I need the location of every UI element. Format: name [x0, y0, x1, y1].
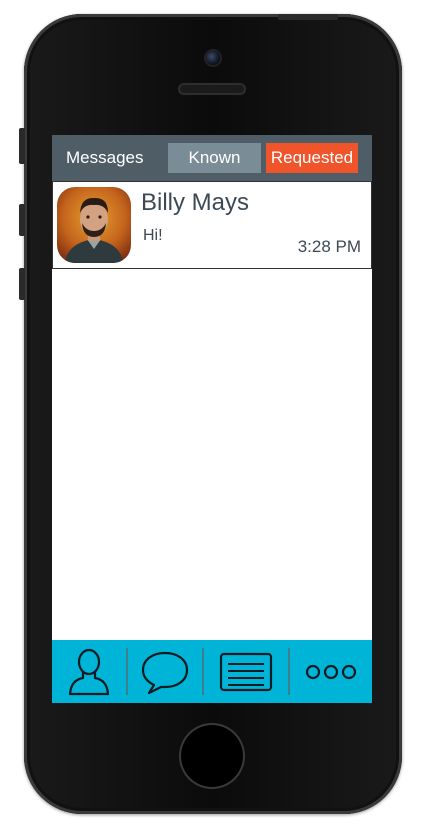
chat-bubble-icon — [141, 651, 189, 694]
more-icon — [305, 664, 357, 679]
avatar — [57, 187, 131, 263]
page-title: Messages — [66, 148, 144, 167]
header-bar: Messages Known Requested — [52, 135, 372, 181]
list-document-icon — [219, 652, 273, 691]
tab-requested[interactable]: Requested — [266, 143, 358, 173]
message-list-item[interactable]: Billy Mays Hi! 3:28 PM — [52, 181, 372, 269]
person-icon — [68, 648, 110, 695]
app-screen: Messages Known Requested Billy Mays Hi! … — [52, 135, 372, 703]
volume-up-button — [19, 204, 25, 236]
nav-contacts-button[interactable] — [52, 640, 126, 703]
nav-chat-button[interactable] — [128, 640, 202, 703]
home-button[interactable] — [179, 723, 245, 789]
message-preview: Hi! — [143, 227, 163, 244]
nav-more-button[interactable] — [290, 640, 372, 703]
sender-name: Billy Mays — [141, 189, 250, 216]
mute-switch — [19, 128, 25, 164]
volume-down-button — [19, 268, 25, 300]
tab-known[interactable]: Known — [168, 143, 261, 173]
earpiece-speaker — [178, 83, 246, 95]
message-time: 3:28 PM — [297, 237, 361, 256]
bottom-nav — [52, 640, 372, 703]
power-button — [278, 14, 338, 20]
front-camera — [206, 51, 220, 65]
nav-feed-button[interactable] — [204, 640, 288, 703]
